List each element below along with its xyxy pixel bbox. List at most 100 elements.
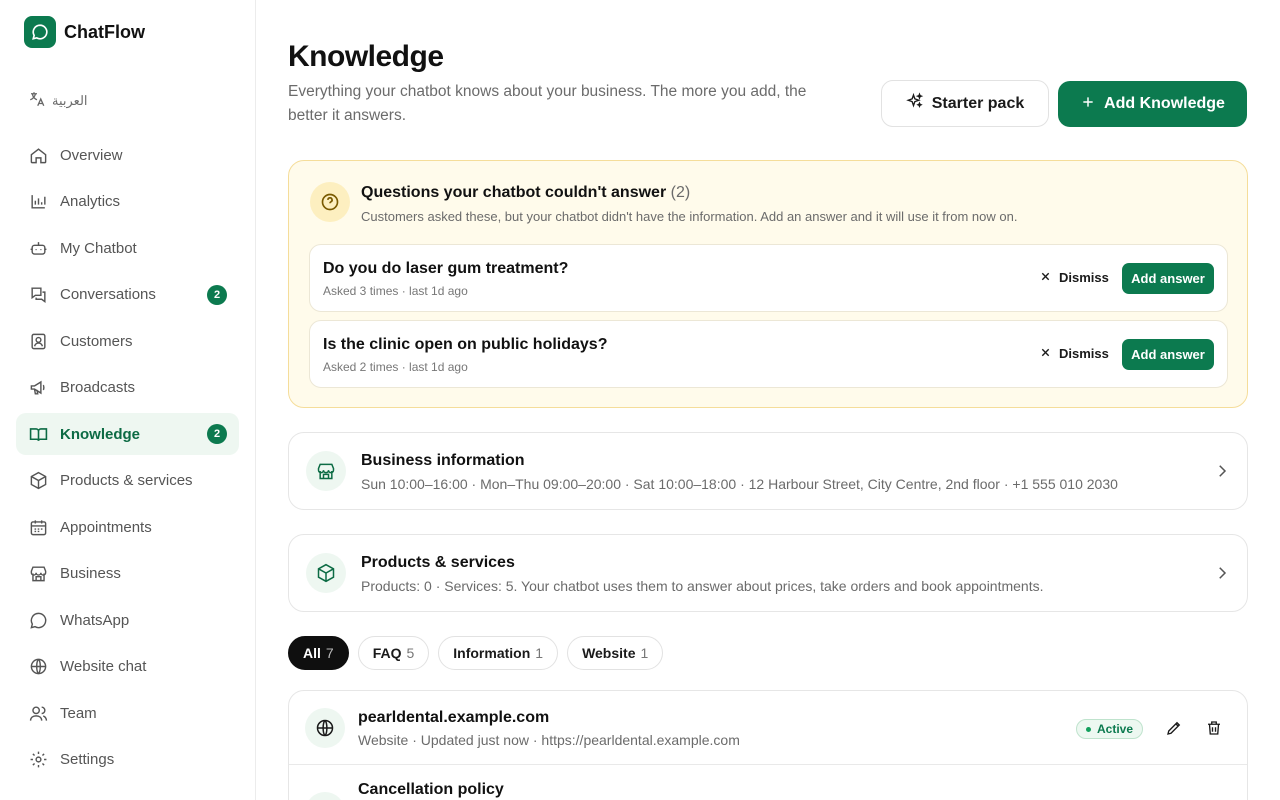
sidebar-item-label: Website chat <box>60 658 147 675</box>
sidebar-item-label: Settings <box>60 751 115 768</box>
box-icon <box>306 553 346 593</box>
close-icon <box>1040 270 1051 285</box>
users-icon <box>28 703 48 723</box>
sidebar-item-team[interactable]: Team <box>16 692 239 734</box>
products-services-card[interactable]: Products & services Products: 0 · Servic… <box>288 534 1248 612</box>
knowledge-item-title[interactable]: Cancellation policy <box>358 781 504 799</box>
page-title: Knowledge <box>288 40 444 73</box>
sidebar-item-analytics[interactable]: Analytics <box>16 181 239 223</box>
knowledge-count-badge: 2 <box>207 424 227 444</box>
trash-icon[interactable] <box>1205 719 1223 742</box>
chat-logo-icon <box>24 16 56 48</box>
status-badge: Active <box>1076 719 1144 739</box>
filter-chip-all[interactable]: All 7 <box>288 636 349 670</box>
products-services-description: Products: 0 · Services: 5. Your chatbot … <box>361 578 1044 594</box>
question-circle-icon <box>310 182 350 222</box>
sidebar-item-business[interactable]: Business <box>16 553 239 595</box>
business-info-description: Sun 10:00–16:00 · Mon–Thu 09:00–20:00 · … <box>361 476 1118 492</box>
sidebar-item-customers[interactable]: Customers <box>16 320 239 362</box>
box-icon <box>28 471 48 491</box>
sidebar-item-overview[interactable]: Overview <box>16 134 239 176</box>
globe-icon <box>305 708 345 748</box>
sidebar-item-label: Conversations <box>60 286 156 303</box>
chip-label: All <box>303 645 321 661</box>
dismiss-label: Dismiss <box>1059 270 1109 285</box>
unanswered-questions-panel: Questions your chatbot couldn't answer (… <box>288 160 1248 408</box>
store-icon <box>306 451 346 491</box>
page-subtitle: Everything your chatbot knows about your… <box>288 83 807 124</box>
bot-icon <box>28 238 48 258</box>
home-icon <box>28 145 48 165</box>
add-knowledge-label: Add Knowledge <box>1104 95 1225 112</box>
sidebar-item-label: My Chatbot <box>60 239 137 257</box>
knowledge-item-meta: Website · Updated just now · https://pea… <box>358 732 740 748</box>
unanswered-description: Customers asked these, but your chatbot … <box>361 209 1018 224</box>
knowledge-item-title[interactable]: pearldental.example.com <box>358 709 549 727</box>
filter-chip-website[interactable]: Website 1 <box>567 636 664 670</box>
sidebar-item-label: Customers <box>60 332 133 350</box>
dismiss-button[interactable]: Dismiss <box>1040 270 1109 285</box>
question-text: Is the clinic open on public holidays? <box>323 336 608 353</box>
megaphone-icon <box>28 378 48 398</box>
main-content: Knowledge Everything your chatbot knows … <box>288 0 1248 800</box>
filter-chip-information[interactable]: Information 1 <box>438 636 559 670</box>
bar-chart-icon <box>28 192 48 212</box>
question-meta: Asked 2 times · last 1d ago <box>323 360 468 374</box>
sparkles-icon <box>905 92 924 115</box>
globe-icon <box>28 657 48 677</box>
chevron-right-icon <box>1213 462 1231 485</box>
sidebar-item-settings[interactable]: Settings <box>16 739 239 781</box>
question-meta: Asked 3 times · last 1d ago <box>323 284 468 298</box>
add-knowledge-button[interactable]: Add Knowledge <box>1058 81 1247 127</box>
filter-chips: All 7 FAQ 5 Information 1 Website 1 <box>288 636 672 670</box>
add-answer-button[interactable]: Add answer <box>1122 339 1214 370</box>
dismiss-label: Dismiss <box>1059 346 1109 361</box>
whatsapp-icon <box>28 610 48 630</box>
language-switcher[interactable]: العربية <box>28 90 88 111</box>
document-icon <box>305 792 345 800</box>
sidebar-item-label: Appointments <box>60 518 152 536</box>
chip-count: 7 <box>325 645 334 661</box>
chip-count: 1 <box>535 645 544 661</box>
chip-count: 5 <box>406 645 415 661</box>
sidebar-item-broadcasts[interactable]: Broadcasts <box>16 367 239 409</box>
sidebar-item-label: Products & services <box>60 472 193 489</box>
sidebar-item-whatsapp[interactable]: WhatsApp <box>16 599 239 641</box>
sidebar-item-conversations[interactable]: Conversations 2 <box>16 274 239 316</box>
sidebar-item-label: Business <box>60 565 121 582</box>
sidebar-item-label: Analytics <box>60 193 121 210</box>
conversations-count-badge: 2 <box>207 284 227 305</box>
unanswered-title-text: Questions your chatbot couldn't answer <box>361 184 667 201</box>
business-info-title: Business information <box>361 452 525 469</box>
dismiss-button[interactable]: Dismiss <box>1040 346 1109 361</box>
chevron-right-icon <box>1213 564 1231 587</box>
sidebar-item-my-chatbot[interactable]: My Chatbot <box>16 227 239 269</box>
status-label: Active <box>1097 722 1134 736</box>
divider <box>289 764 1247 765</box>
sidebar-nav: Overview Analytics My Chatbot Conversati… <box>16 134 239 785</box>
starter-pack-button[interactable]: Starter pack <box>881 80 1049 127</box>
add-answer-button[interactable]: Add answer <box>1122 263 1214 294</box>
brand[interactable]: ChatFlow <box>24 16 145 48</box>
chip-count: 1 <box>640 645 649 661</box>
edit-pencil-icon[interactable] <box>1165 719 1183 742</box>
separator: · <box>412 732 421 748</box>
knowledge-item-url: https://pearldental.example.com <box>541 732 740 748</box>
filter-chip-faq[interactable]: FAQ 5 <box>357 636 430 670</box>
app-name: ChatFlow <box>64 21 145 42</box>
translate-icon <box>28 90 46 111</box>
sidebar: ChatFlow العربية Overview Analytics My C… <box>0 0 256 800</box>
knowledge-item-updated: Updated just now <box>420 732 529 748</box>
sidebar-item-label: Broadcasts <box>60 379 136 396</box>
business-info-card[interactable]: Business information Sun 10:00–16:00 · M… <box>288 432 1248 510</box>
sidebar-item-website-chat[interactable]: Website chat <box>16 646 239 688</box>
sidebar-item-appointments[interactable]: Appointments <box>16 506 239 548</box>
sidebar-item-label: Knowledge <box>60 425 141 443</box>
unanswered-title: Questions your chatbot couldn't answer (… <box>361 184 690 202</box>
plus-icon <box>1080 94 1096 115</box>
question-text: Do you do laser gum treatment? <box>323 260 569 277</box>
sidebar-item-products-services[interactable]: Products & services <box>16 460 239 502</box>
sidebar-item-knowledge[interactable]: Knowledge 2 <box>16 413 239 455</box>
sidebar-item-label: WhatsApp <box>60 611 130 629</box>
question-card: Is the clinic open on public holidays? A… <box>309 320 1228 388</box>
